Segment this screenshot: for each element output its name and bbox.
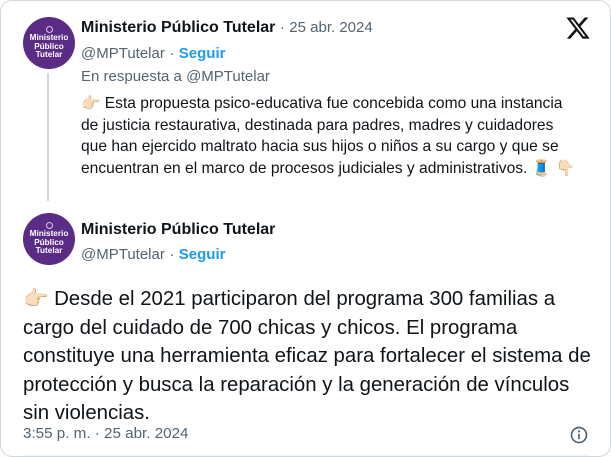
pointing-down-emoji: 👇🏻	[555, 159, 575, 177]
thread-connector-line	[47, 73, 49, 201]
reply-body: Esta propuesta psico-educativa fue conce…	[81, 95, 563, 177]
tweet-date[interactable]: 25 abr. 2024	[289, 19, 372, 36]
separator: ·	[169, 45, 175, 62]
avatar[interactable]: Ministerio Público Tutelar	[23, 17, 75, 69]
in-reply-to[interactable]: En respuesta a @MPTutelar	[81, 68, 270, 85]
info-icon[interactable]	[569, 425, 589, 445]
author-name[interactable]: Ministerio Público Tutelar	[81, 221, 275, 238]
reply-header: Ministerio Público Tutelar · 25 abr. 202…	[81, 19, 373, 37]
separator: ·	[169, 246, 175, 263]
author-handle[interactable]: @MPTutelar	[81, 246, 165, 263]
avatar-line-3: Tutelar	[35, 50, 63, 60]
x-logo-icon[interactable]	[565, 15, 591, 41]
pointing-right-emoji: 👉🏻	[81, 95, 101, 112]
main-body: Desde el 2021 participaron del programa …	[23, 288, 591, 425]
author-name[interactable]: Ministerio Público Tutelar	[81, 19, 275, 36]
follow-button[interactable]: Seguir	[179, 45, 226, 62]
follow-button[interactable]: Seguir	[179, 246, 226, 263]
reply-handle-row: @MPTutelar · Seguir	[81, 45, 225, 63]
thread-emoji: 🧵	[531, 159, 552, 177]
embedded-tweet-card: Ministerio Público Tutelar Ministerio Pú…	[0, 0, 611, 457]
seal-icon	[45, 222, 53, 230]
pointing-right-emoji: 👉🏻	[23, 288, 49, 310]
separator: ·	[279, 19, 285, 36]
seal-icon	[45, 26, 53, 34]
avatar-line-3: Tutelar	[35, 246, 63, 256]
divider	[23, 455, 588, 456]
main-handle-row: @MPTutelar · Seguir	[81, 246, 225, 264]
main-header: Ministerio Público Tutelar	[81, 221, 275, 239]
reply-tweet-text: 👉🏻 Esta propuesta psico-educativa fue co…	[81, 93, 581, 179]
avatar[interactable]: Ministerio Público Tutelar	[23, 213, 75, 265]
tweet-timestamp[interactable]: 3:55 p. m. · 25 abr. 2024	[23, 425, 188, 442]
main-tweet-text: 👉🏻 Desde el 2021 participaron del progra…	[23, 285, 598, 428]
author-handle[interactable]: @MPTutelar	[81, 45, 165, 62]
